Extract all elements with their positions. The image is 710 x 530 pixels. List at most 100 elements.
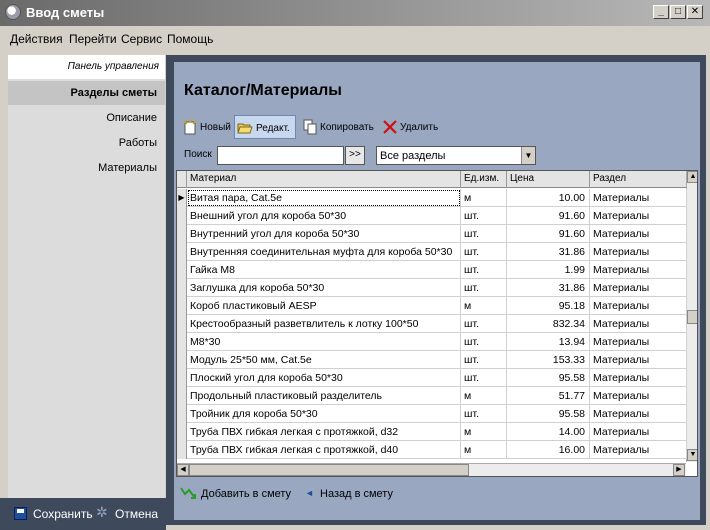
- table-row[interactable]: Гайка М8 шт. 1.99 Материалы: [177, 261, 687, 279]
- delete-button[interactable]: Удалить: [380, 115, 440, 139]
- chevron-down-icon[interactable]: ▼: [521, 147, 535, 164]
- header-unit[interactable]: Ед.изм.: [461, 171, 507, 188]
- cell-material[interactable]: Внутренний угол для короба 50*30: [187, 225, 461, 243]
- close-icon[interactable]: ✕: [687, 5, 703, 19]
- cell-price[interactable]: 16.00: [507, 441, 590, 459]
- cell-unit[interactable]: шт.: [461, 279, 507, 297]
- menu-go[interactable]: Перейти: [69, 32, 117, 46]
- copy-button[interactable]: Копировать: [300, 115, 374, 139]
- cell-unit[interactable]: м: [461, 441, 507, 459]
- cell-material[interactable]: Заглушка для короба 50*30: [187, 279, 461, 297]
- vertical-scroll-thumb[interactable]: [687, 310, 697, 324]
- cell-price[interactable]: 153.33: [507, 351, 590, 369]
- cell-unit[interactable]: шт.: [461, 369, 507, 387]
- add-to-estimate-icon[interactable]: [180, 486, 196, 500]
- table-row[interactable]: Внутренняя соединительная муфта для коро…: [177, 243, 687, 261]
- sidebar-item-works[interactable]: Работы: [8, 137, 165, 149]
- cell-unit[interactable]: шт.: [461, 405, 507, 423]
- cell-section[interactable]: Материалы: [590, 207, 687, 225]
- cell-price[interactable]: 13.94: [507, 333, 590, 351]
- table-row[interactable]: Труба ПВХ гибкая легкая с протяжкой, d32…: [177, 423, 687, 441]
- table-row[interactable]: Тройник для короба 50*30 шт. 95.58 Материал…: [177, 405, 687, 423]
- scroll-right-icon[interactable]: ▶: [673, 464, 685, 476]
- cell-material[interactable]: Гайка М8: [187, 261, 461, 279]
- header-price[interactable]: Цена: [507, 171, 590, 188]
- cell-price[interactable]: 10.00: [507, 189, 590, 207]
- cell-section[interactable]: Материалы: [590, 189, 687, 207]
- cell-section[interactable]: Материалы: [590, 387, 687, 405]
- cell-section[interactable]: Материалы: [590, 405, 687, 423]
- search-input[interactable]: [217, 146, 344, 165]
- cell-material[interactable]: Короб пластиковый AESP: [187, 297, 461, 315]
- cell-material[interactable]: М8*30: [187, 333, 461, 351]
- cell-unit[interactable]: шт.: [461, 207, 507, 225]
- table-row[interactable]: Заглушка для короба 50*30 шт. 31.86 Материа…: [177, 279, 687, 297]
- cell-unit[interactable]: м: [461, 189, 507, 207]
- table-row[interactable]: Плоский угол для короба 50*30 шт. 95.58 Мат…: [177, 369, 687, 387]
- cell-unit[interactable]: шт.: [461, 261, 507, 279]
- cell-unit[interactable]: шт.: [461, 225, 507, 243]
- cell-unit[interactable]: м: [461, 423, 507, 441]
- cell-unit[interactable]: шт.: [461, 315, 507, 333]
- cell-price[interactable]: 51.77: [507, 387, 590, 405]
- cell-section[interactable]: Материалы: [590, 315, 687, 333]
- cell-price[interactable]: 91.60: [507, 207, 590, 225]
- cell-section[interactable]: Материалы: [590, 279, 687, 297]
- cell-material[interactable]: Продольный пластиковый разделитель: [187, 387, 461, 405]
- cell-section[interactable]: Материалы: [590, 369, 687, 387]
- cell-material[interactable]: Труба ПВХ гибкая легкая с протяжкой, d40: [187, 441, 461, 459]
- edit-button[interactable]: Редакт.: [234, 115, 296, 139]
- table-row[interactable]: М8*30 шт. 13.94 Материалы: [177, 333, 687, 351]
- cell-price[interactable]: 14.00: [507, 423, 590, 441]
- save-button[interactable]: Сохранить: [33, 507, 93, 521]
- header-section[interactable]: Раздел: [590, 171, 687, 188]
- save-icon[interactable]: [14, 507, 27, 520]
- cell-material[interactable]: Внутренняя соединительная муфта для коро…: [187, 243, 461, 261]
- cell-unit[interactable]: шт.: [461, 351, 507, 369]
- cell-section[interactable]: Материалы: [590, 261, 687, 279]
- cell-material[interactable]: Внешний угол для короба 50*30: [187, 207, 461, 225]
- cell-material[interactable]: Труба ПВХ гибкая легкая с протяжкой, d32: [187, 423, 461, 441]
- cell-unit[interactable]: шт.: [461, 333, 507, 351]
- table-row[interactable]: ▶ Витая пара, Cat.5e м 10.00 Материалы: [177, 189, 687, 207]
- cell-material[interactable]: Плоский угол для короба 50*30: [187, 369, 461, 387]
- cell-material[interactable]: Тройник для короба 50*30: [187, 405, 461, 423]
- new-button[interactable]: Новый: [180, 115, 232, 139]
- table-row[interactable]: Крестообразный разветвлитель к лотку 100…: [177, 315, 687, 333]
- search-go-button[interactable]: >>: [345, 146, 365, 165]
- scroll-left-icon[interactable]: ◀: [177, 464, 189, 476]
- cell-material[interactable]: Витая пара, Cat.5e: [187, 189, 461, 207]
- cancel-button[interactable]: Отмена: [115, 507, 158, 521]
- cell-section[interactable]: Материалы: [590, 225, 687, 243]
- vertical-scrollbar[interactable]: ▲ ▼: [686, 171, 697, 462]
- cell-price[interactable]: 1.99: [507, 261, 590, 279]
- cell-price[interactable]: 95.58: [507, 405, 590, 423]
- table-row[interactable]: Внутренний угол для короба 50*30 шт. 91.60…: [177, 225, 687, 243]
- table-row[interactable]: Внешний угол для короба 50*30 шт. 91.60 Мат…: [177, 207, 687, 225]
- cancel-icon[interactable]: ✲: [96, 505, 110, 519]
- cell-section[interactable]: Материалы: [590, 243, 687, 261]
- cell-material[interactable]: Крестообразный разветвлитель к лотку 100…: [187, 315, 461, 333]
- table-row[interactable]: Короб пластиковый AESP м 95.18 Материалы: [177, 297, 687, 315]
- cell-section[interactable]: Материалы: [590, 351, 687, 369]
- back-to-estimate-button[interactable]: Назад в смету: [320, 488, 393, 500]
- back-arrow-icon[interactable]: ◄: [305, 488, 314, 498]
- table-row[interactable]: Труба ПВХ гибкая легкая с протяжкой, d40…: [177, 441, 687, 459]
- cell-price[interactable]: 31.86: [507, 279, 590, 297]
- maximize-icon[interactable]: □: [670, 5, 686, 19]
- cell-material[interactable]: Модуль 25*50 мм, Cat.5e: [187, 351, 461, 369]
- sidebar-item-description[interactable]: Описание: [8, 112, 165, 124]
- scroll-up-icon[interactable]: ▲: [687, 171, 697, 183]
- add-to-estimate-button[interactable]: Добавить в смету: [201, 488, 291, 500]
- sidebar-item-materials[interactable]: Материалы: [8, 162, 165, 174]
- menu-help[interactable]: Помощь: [167, 32, 213, 46]
- cell-unit[interactable]: м: [461, 297, 507, 315]
- minimize-icon[interactable]: _: [653, 5, 669, 19]
- cell-price[interactable]: 95.18: [507, 297, 590, 315]
- section-select[interactable]: Все разделы ▼: [376, 146, 536, 165]
- sidebar-item-sections[interactable]: Разделы сметы: [8, 81, 165, 105]
- horizontal-scrollbar[interactable]: ◀ ▶: [177, 463, 686, 476]
- header-material[interactable]: Материал: [187, 171, 461, 188]
- cell-price[interactable]: 832.34: [507, 315, 590, 333]
- table-row[interactable]: Модуль 25*50 мм, Cat.5e шт. 153.33 Материал…: [177, 351, 687, 369]
